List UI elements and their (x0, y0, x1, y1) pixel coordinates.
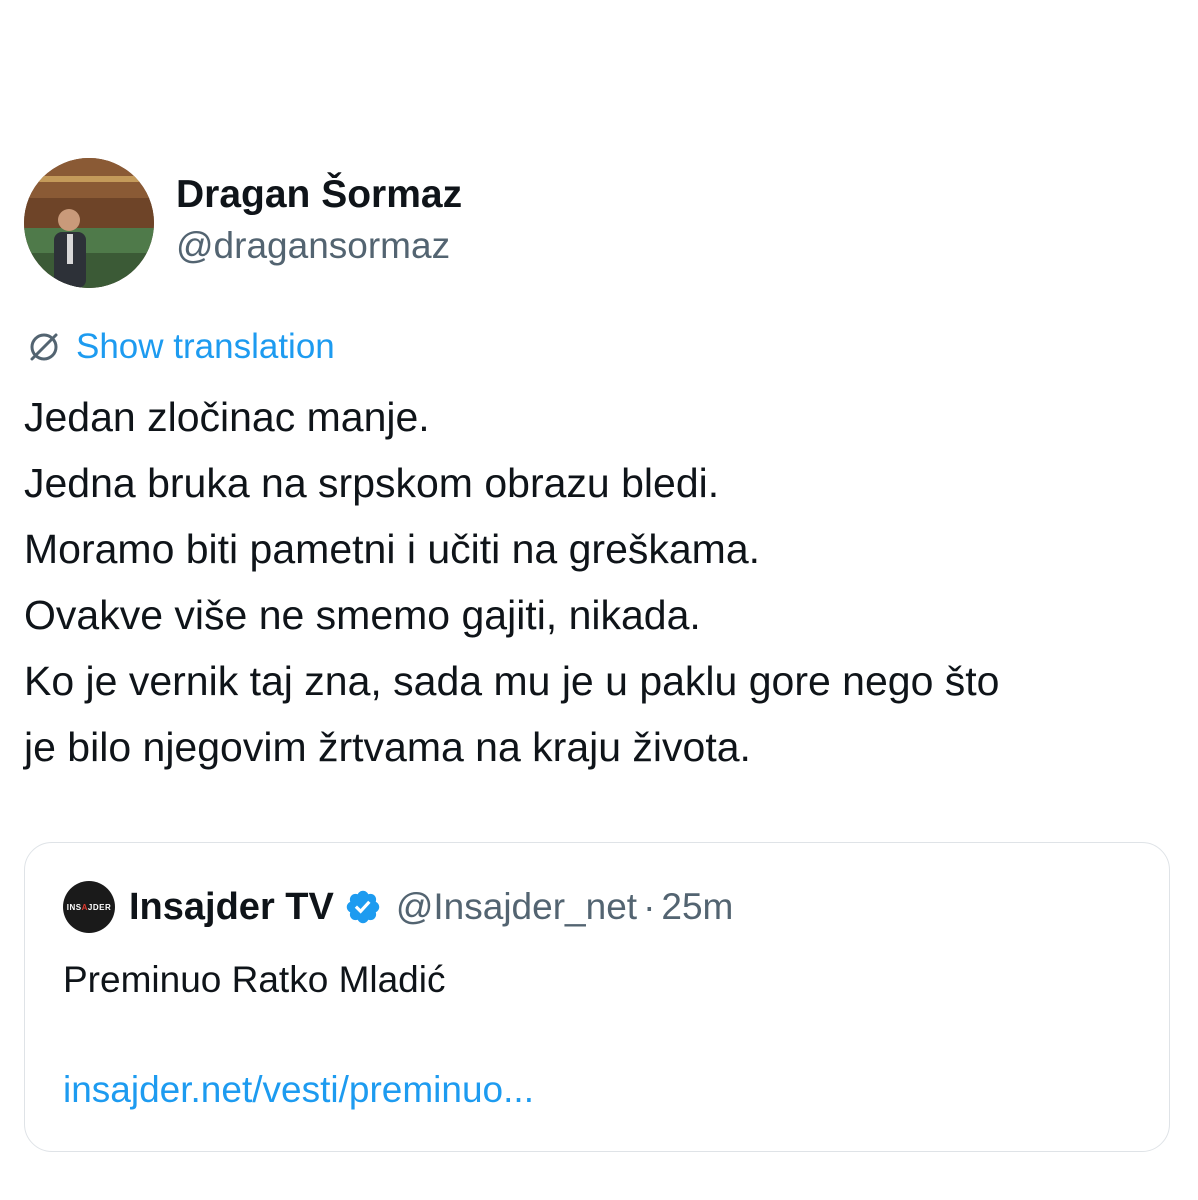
quoted-tweet-card[interactable]: INS A JDER Insajder TV @Insajder_net · 25m… (24, 842, 1170, 1152)
tweet-text-line: Moramo biti pametni i učiti na greškama. (24, 526, 761, 572)
tweet-text-line: Ko je vernik taj zna, sada mu je u paklu… (24, 658, 1000, 704)
show-translation-label[interactable]: Show translation (76, 326, 335, 368)
quoted-tweet-link[interactable]: insajder.net/vesti/preminuo... (63, 1065, 534, 1115)
tweet-author: Dragan Šormaz @dragansormaz (24, 158, 462, 288)
author-display-name[interactable]: Dragan Šormaz (176, 171, 462, 219)
quoted-tweet-header: INS A JDER Insajder TV @Insajder_net · 25m (63, 881, 733, 933)
tweet-text: Jedan zločinac manje. Jedna bruka na srp… (24, 384, 1184, 780)
quoted-tweet-timestamp[interactable]: 25m (661, 886, 733, 928)
quoted-author-avatar[interactable]: INS A JDER (63, 881, 115, 933)
tweet-text-line: Ovakve više ne smemo gajiti, nikada. (24, 592, 701, 638)
avatar-logo-text: INS (66, 902, 82, 912)
verified-badge-icon (346, 890, 380, 924)
translate-icon (30, 333, 58, 361)
author-handle[interactable]: @dragansormaz (176, 221, 462, 271)
show-translation-link[interactable]: Show translation (24, 326, 335, 368)
author-avatar[interactable] (24, 158, 154, 288)
tweet-text-line: je bilo njegovim žrtvama na kraju života… (24, 724, 751, 770)
quoted-tweet-text: Preminuo Ratko Mladić (63, 959, 446, 1000)
quoted-author-handle[interactable]: @Insajder_net (396, 886, 637, 928)
quoted-author-name[interactable]: Insajder TV (129, 886, 334, 929)
separator-dot: · (643, 886, 656, 927)
tweet-text-line: Jedna bruka na srpskom obrazu bledi. (24, 460, 720, 506)
tweet-text-line: Jedan zločinac manje. (24, 394, 430, 440)
avatar-logo-text: JDER (87, 902, 112, 912)
